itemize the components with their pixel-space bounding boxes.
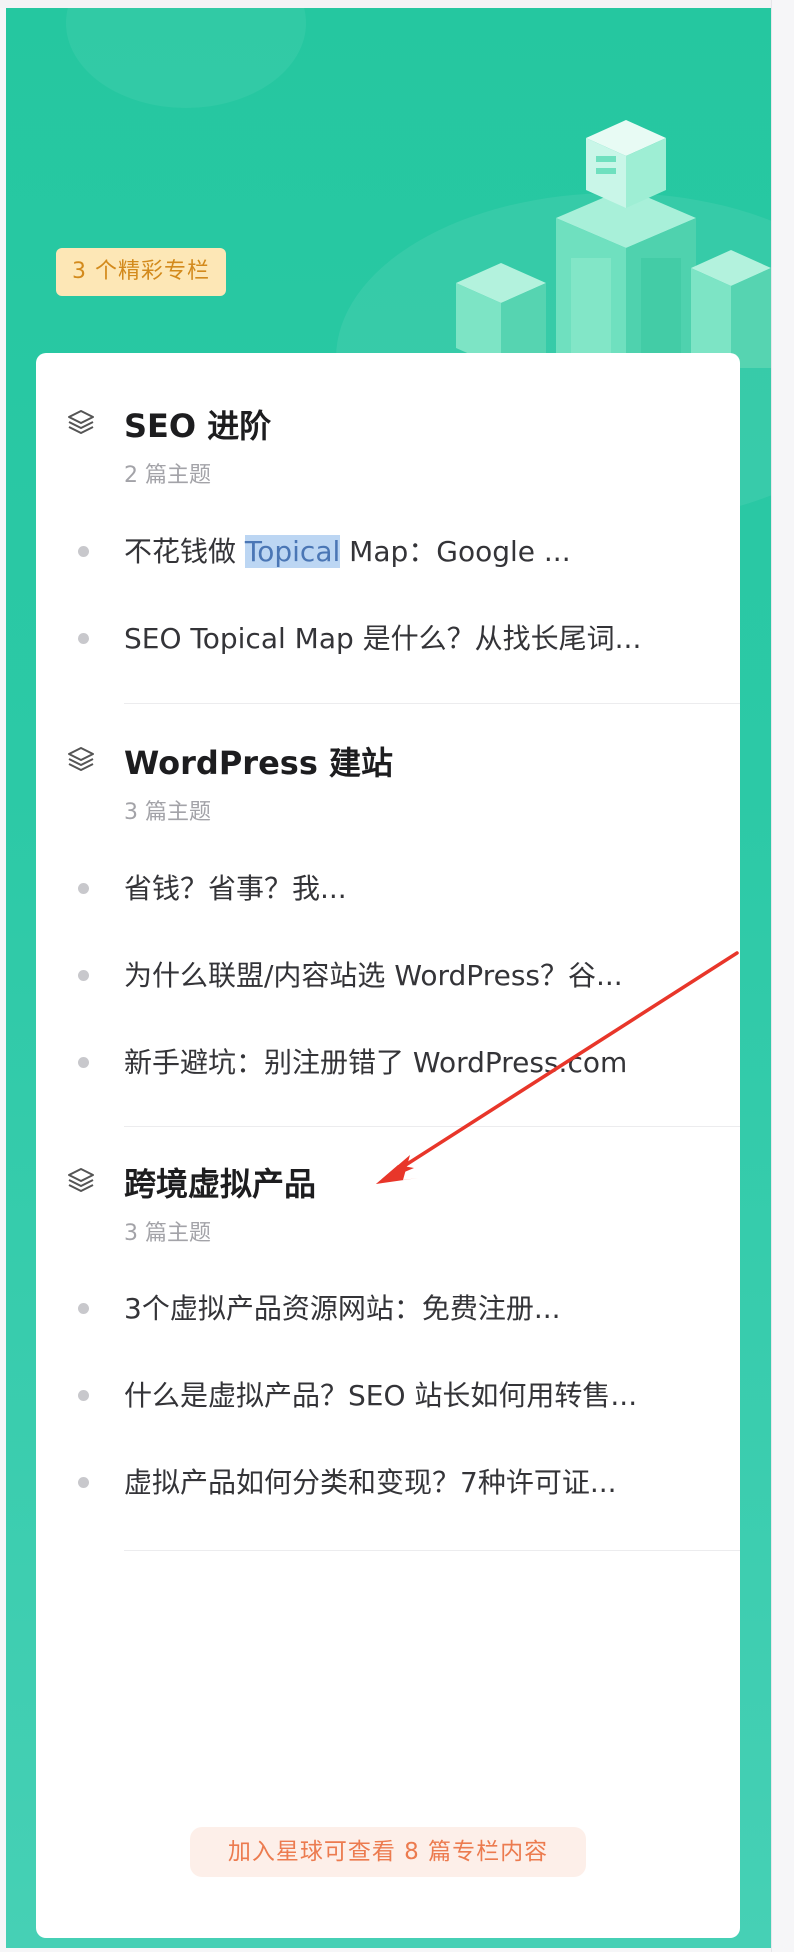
section-divider <box>124 1126 740 1127</box>
section-title: WordPress 建站 <box>124 744 394 782</box>
list-item[interactable]: 省钱？省事？我... <box>36 863 740 913</box>
list-item[interactable]: SEO Topical Map 是什么？从找长尾词... <box>36 613 740 663</box>
decor-circle <box>66 8 306 108</box>
layers-icon <box>68 747 94 771</box>
list-item[interactable]: 什么是虚拟产品？SEO 站长如何用转售... <box>36 1370 740 1420</box>
bullet-dot <box>78 1477 89 1488</box>
join-to-view-button[interactable]: 加入星球可查看 8 篇专栏内容 <box>190 1827 586 1877</box>
bullet-dot <box>78 633 89 644</box>
list-item[interactable]: 不花钱做 Topical Map：Google ... <box>36 526 740 576</box>
item-title: 省钱？省事？我... <box>124 872 347 905</box>
list-item[interactable]: 新手避坑：别注册错了 WordPress.com <box>36 1037 740 1087</box>
section-subtitle: 3 篇主题 <box>124 800 211 825</box>
layers-icon <box>68 1168 94 1192</box>
section-divider <box>124 1550 740 1551</box>
bullet-dot <box>78 1057 89 1068</box>
bullet-dot <box>78 546 89 557</box>
scroll-gutter <box>771 0 794 1952</box>
selected-text-highlight: Topical <box>244 535 341 568</box>
layers-icon <box>68 410 94 434</box>
columns-card: SEO 进阶 2 篇主题 不花钱做 Topical Map：Google ...… <box>36 353 740 1938</box>
section-title: 跨境虚拟产品 <box>124 1165 317 1203</box>
bullet-dot <box>78 970 89 981</box>
section-subtitle: 3 篇主题 <box>124 1221 211 1246</box>
item-title: 虚拟产品如何分类和变现？7种许可证... <box>124 1466 617 1499</box>
list-item[interactable]: 3个虚拟产品资源网站：免费注册... <box>36 1283 740 1333</box>
bullet-dot <box>78 1303 89 1314</box>
bullet-dot <box>78 1390 89 1401</box>
bullet-dot <box>78 883 89 894</box>
item-title: 为什么联盟/内容站选 WordPress？谷... <box>124 959 623 992</box>
item-title: 3个虚拟产品资源网站：免费注册... <box>124 1292 561 1325</box>
item-title: 不花钱做 Topical Map：Google ... <box>124 535 571 568</box>
item-title: 新手避坑：别注册错了 WordPress.com <box>124 1046 628 1079</box>
section-subtitle: 2 篇主题 <box>124 463 211 488</box>
page: 3 个精彩专栏 SEO 进阶 2 篇主题 不花钱做 Topical Map：Go… <box>0 0 794 1952</box>
list-item[interactable]: 虚拟产品如何分类和变现？7种许可证... <box>36 1457 740 1507</box>
item-title: 什么是虚拟产品？SEO 站长如何用转售... <box>124 1379 638 1412</box>
columns-count-badge: 3 个精彩专栏 <box>56 248 226 296</box>
item-title: SEO Topical Map 是什么？从找长尾词... <box>124 622 642 655</box>
top-strip <box>0 0 794 8</box>
list-item[interactable]: 为什么联盟/内容站选 WordPress？谷... <box>36 950 740 1000</box>
section-divider <box>124 703 740 704</box>
section-title: SEO 进阶 <box>124 407 272 445</box>
buildings-illustration-icon <box>456 120 771 368</box>
